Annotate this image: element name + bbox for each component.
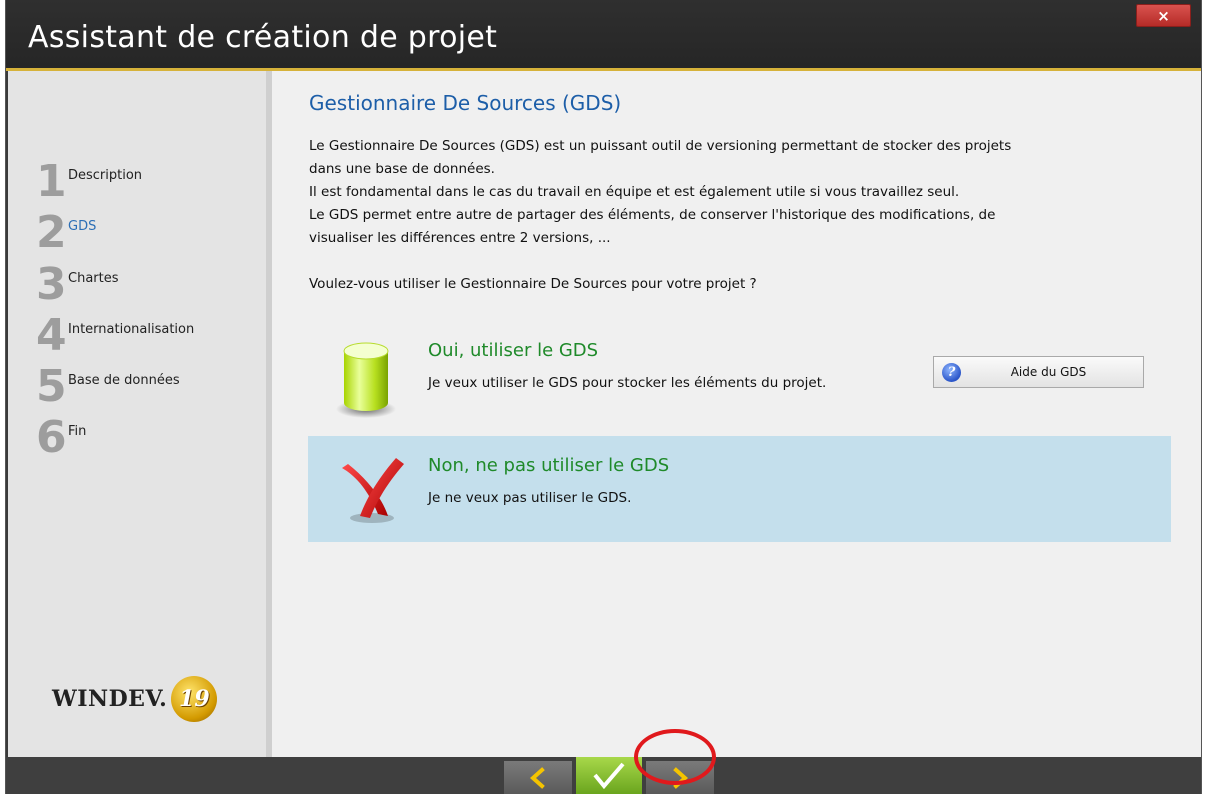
step-label: Base de données (68, 373, 180, 388)
step-number: 4 (36, 310, 67, 361)
logo-text: WINDEV. (52, 686, 168, 712)
option-title: Non, ne pas utiliser le GDS (428, 455, 670, 476)
close-button[interactable]: × (1136, 4, 1191, 27)
option-title: Oui, utiliser le GDS (428, 340, 599, 361)
description-line: Le Gestionnaire De Sources (GDS) est un … (309, 138, 1012, 154)
step-label: Fin (68, 424, 87, 439)
question-text: Voulez-vous utiliser le Gestionnaire De … (309, 276, 757, 292)
option-description: Je ne veux pas utiliser le GDS. (428, 490, 632, 506)
option-use-gds[interactable]: Oui, utiliser le GDS Je veux utiliser le… (308, 321, 1171, 427)
step-base-de-donnees[interactable]: 5 Base de données (36, 365, 180, 409)
page-title: Gestionnaire De Sources (GDS) (309, 91, 622, 115)
step-label: Internationalisation (68, 322, 195, 337)
description-line: dans une base de données. (309, 161, 495, 177)
step-number: 1 (36, 156, 67, 207)
gds-help-button[interactable]: ? Aide du GDS (933, 356, 1144, 388)
description-line: visualiser les différences entre 2 versi… (309, 230, 611, 246)
next-button[interactable] (646, 761, 714, 794)
description-text: Le Gestionnaire De Sources (GDS) est un … (309, 135, 1179, 250)
help-button-label: Aide du GDS (1010, 365, 1087, 379)
chevron-right-icon (673, 766, 689, 789)
version-badge: 19 (171, 676, 218, 722)
finish-button[interactable] (576, 757, 642, 794)
wizard-window: Assistant de création de projet × 1 Desc… (5, 0, 1202, 794)
checkmark-icon (593, 762, 625, 789)
title-bar: Assistant de création de projet × (6, 0, 1201, 68)
step-number: 3 (36, 259, 67, 310)
windev-logo: WINDEV. 19 (52, 676, 218, 722)
description-line: Le GDS permet entre autre de partager de… (309, 207, 996, 223)
red-x-icon (342, 458, 404, 523)
step-fin[interactable]: 6 Fin (36, 416, 86, 460)
step-label: Chartes (68, 271, 119, 286)
step-label: Description (68, 168, 143, 183)
main-content: Gestionnaire De Sources (GDS) Le Gestion… (272, 71, 1201, 757)
steps-sidebar: 1 Description 2 GDS 3 Chartes 4 Internat… (8, 71, 272, 757)
option-no-gds[interactable]: Non, ne pas utiliser le GDS Je ne veux p… (308, 436, 1171, 542)
navigation-bar (6, 757, 1201, 794)
description-line: Il est fondamental dans le cas du travai… (309, 184, 960, 200)
step-label: GDS (68, 219, 97, 234)
window-title: Assistant de création de projet (28, 20, 498, 55)
step-chartes[interactable]: 3 Chartes (36, 263, 119, 307)
database-icon (336, 342, 396, 418)
step-number: 6 (36, 412, 67, 463)
step-number: 2 (36, 207, 67, 258)
step-gds[interactable]: 2 GDS (36, 211, 96, 255)
step-number: 5 (36, 361, 67, 412)
option-description: Je veux utiliser le GDS pour stocker les… (428, 375, 827, 391)
step-internationalisation[interactable]: 4 Internationalisation (36, 314, 194, 358)
previous-button[interactable] (504, 761, 572, 794)
step-description[interactable]: 1 Description (36, 160, 142, 204)
chevron-left-icon (529, 766, 545, 789)
